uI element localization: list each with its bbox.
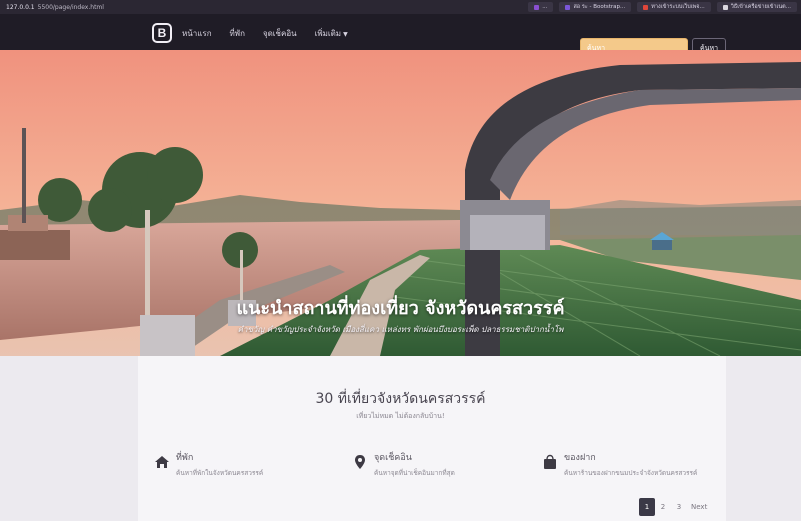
page-background-right <box>726 356 801 521</box>
feature-accommodation[interactable]: ที่พัก ค้นหาที่พักในจังหวัดนครสวรรค์ <box>154 450 263 478</box>
nav-links: หน้าแรก ที่พัก จุดเช็คอิน เพิ่มเติม ▼ <box>182 27 348 40</box>
home-icon <box>155 456 169 468</box>
tab-favicon-icon <box>534 4 540 10</box>
browser-tab[interactable]: วิธีเข้าเครือข่ายเข้าเนต... <box>716 2 797 12</box>
hero-title: แนะนำสถานที่ท่องเที่ยว จังหวัดนครสวรรค์ <box>236 298 565 319</box>
next-page-button[interactable]: Next <box>687 498 711 516</box>
feature-desc: ค้นหาร้านของฝากขนมประจำจังหวัดนครสวรรค์ <box>564 469 698 477</box>
browser-bar: 127.0.0.1 5500/page/index.html ... สอ ระ… <box>0 0 801 14</box>
url-text[interactable]: 127.0.0.1 <box>6 4 35 11</box>
feature-checkin[interactable]: จุดเช็คอิน ค้นหาจุดที่น่าเช็คอินมากที่สุ… <box>352 450 455 478</box>
tab-favicon-icon <box>565 4 571 10</box>
hero-banner: แนะนำสถานที่ท่องเที่ยว จังหวัดนครสวรรค์ … <box>0 50 801 356</box>
nav-link-more-label: เพิ่มเติม <box>314 29 342 38</box>
nav-link-home[interactable]: หน้าแรก <box>182 27 212 40</box>
section-title: 30 ที่เที่ยวจังหวัดนครสวรรค์ <box>315 391 486 407</box>
hero-subtitle: คำขวัญ คำขวัญประจำจังหวัด เมืองสี่แคว แห… <box>237 325 564 334</box>
tab-favicon-icon <box>643 4 649 10</box>
browser-tab[interactable]: ทางเข้าระบบเว็บเพจ... <box>637 2 711 12</box>
tab-label: ทางเข้าระบบเว็บเพจ... <box>651 4 705 10</box>
tab-label: วิธีเข้าเครือข่ายเข้าเนต... <box>730 4 791 10</box>
page-3-button[interactable]: 3 <box>671 498 687 516</box>
feature-desc: ค้นหาจุดที่น่าเช็คอินมากที่สุด <box>374 469 455 477</box>
browser-tab[interactable]: ... <box>528 2 554 12</box>
page-background-left <box>0 356 138 521</box>
tab-label: สอ ระ - Bootstrap... <box>573 4 626 10</box>
content-panel <box>138 356 726 521</box>
browser-tab[interactable]: สอ ระ - Bootstrap... <box>559 2 632 12</box>
nav-link-accommodation[interactable]: ที่พัก <box>230 27 245 40</box>
nav-link-more[interactable]: เพิ่มเติม ▼ <box>315 27 348 40</box>
tab-favicon-icon <box>722 4 728 10</box>
feature-desc: ค้นหาที่พักในจังหวัดนครสวรรค์ <box>176 469 264 477</box>
page-1-button[interactable]: 1 <box>639 498 655 516</box>
feature-title: ที่พัก <box>176 453 194 463</box>
feature-souvenir[interactable]: ของฝาก ค้นหาร้านของฝากขนมประจำจังหวัดนคร… <box>542 450 697 478</box>
feature-title: จุดเช็คอิน <box>374 453 412 463</box>
browser-tabs: ... สอ ระ - Bootstrap... ทางเข้าระบบเว็บ… <box>528 2 797 12</box>
section-subtitle: เที่ยวไม่หมด ไม่ต้องกลับบ้าน! <box>356 412 445 420</box>
page-2-button[interactable]: 2 <box>655 498 671 516</box>
map-pin-icon <box>355 455 365 469</box>
pagination: 1 2 3 Next <box>639 498 711 516</box>
tab-label: ... <box>542 4 548 10</box>
feature-title: ของฝาก <box>564 453 596 463</box>
nav-link-checkin[interactable]: จุดเช็คอิน <box>263 27 297 40</box>
shopping-bag-icon <box>544 454 556 469</box>
url-path[interactable]: 5500/page/index.html <box>38 4 104 11</box>
brand-logo[interactable]: B <box>152 23 172 43</box>
chevron-down-icon: ▼ <box>343 31 348 38</box>
